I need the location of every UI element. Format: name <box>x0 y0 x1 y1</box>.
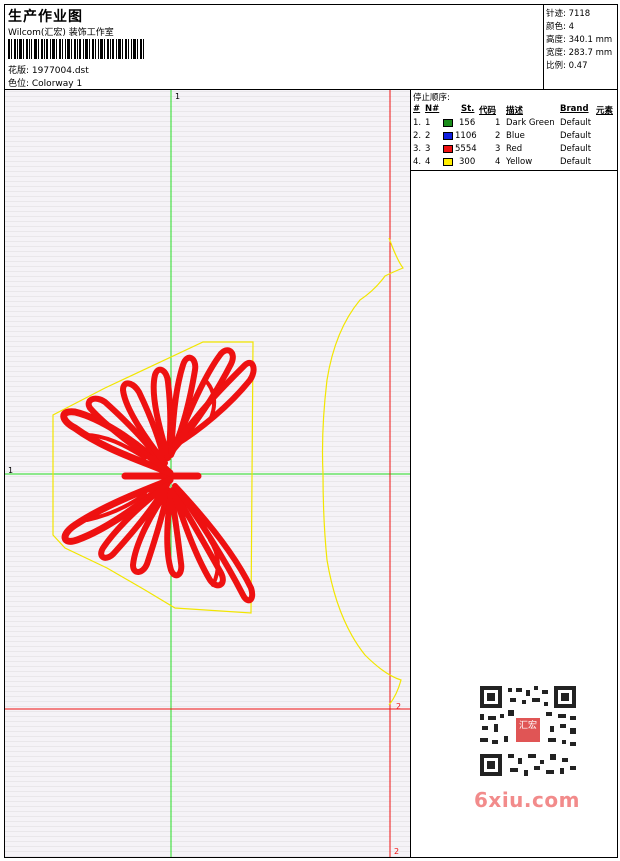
red-vertical-marker: 2 <box>394 847 400 856</box>
color-swatch-red <box>443 145 453 153</box>
color-swatch-dark-green <box>443 119 453 127</box>
qr-code-image <box>470 680 586 782</box>
sheet-title: 生产作业图 <box>8 9 83 25</box>
design-drawing <box>5 90 410 857</box>
color-swatch-blue <box>443 132 453 140</box>
site-watermark: 6xiu.com <box>474 788 580 812</box>
stop-sequence-title: 停止顺序: <box>413 93 450 103</box>
color-count: 颜色: 4 <box>546 22 574 32</box>
stats-box: 针迹: 7118 颜色: 4 高度: 340.1 mm 宽度: 283.7 mm… <box>543 5 618 89</box>
design-file: 花版: 1977004.dst <box>8 66 89 76</box>
stop-sequence-panel: 停止顺序: # N# St. 代码 描述 Brand 元素 1. 1 156 1… <box>411 90 617 171</box>
butterfly-design <box>60 347 257 604</box>
design-width: 宽度: 283.7 mm <box>546 48 613 58</box>
col-header-n: N# <box>425 104 440 114</box>
col-header-stitches: St. <box>461 104 475 114</box>
col-header-code: 代码 <box>479 106 497 116</box>
design-canvas: 1 1 2 2 <box>5 90 411 857</box>
design-scale: 比例: 0.47 <box>546 61 588 71</box>
green-horizontal-marker: 1 <box>8 466 14 475</box>
stitch-count: 针迹: 7118 <box>546 9 591 19</box>
colorway: 色位: Colorway 1 <box>8 79 83 89</box>
seal-text: 汇宏 <box>518 721 537 731</box>
col-header-element: 元素 <box>596 106 614 116</box>
barcode <box>8 39 144 59</box>
qr-code-watermark: 汇宏 <box>470 680 586 782</box>
green-vertical-marker: 1 <box>175 92 181 101</box>
studio-name: Wilcom(汇宏) 装饰工作室 <box>8 28 114 38</box>
garment-outline <box>321 237 404 706</box>
header: 生产作业图 Wilcom(汇宏) 装饰工作室 花版: 1977004.dst 色… <box>5 5 617 90</box>
red-horizontal-marker: 2 <box>396 702 402 711</box>
col-header-index: # <box>413 104 421 114</box>
col-header-desc: 描述 <box>506 106 524 116</box>
col-header-brand: Brand <box>560 104 589 114</box>
design-height: 高度: 340.1 mm <box>546 35 613 45</box>
color-swatch-yellow <box>443 158 453 166</box>
